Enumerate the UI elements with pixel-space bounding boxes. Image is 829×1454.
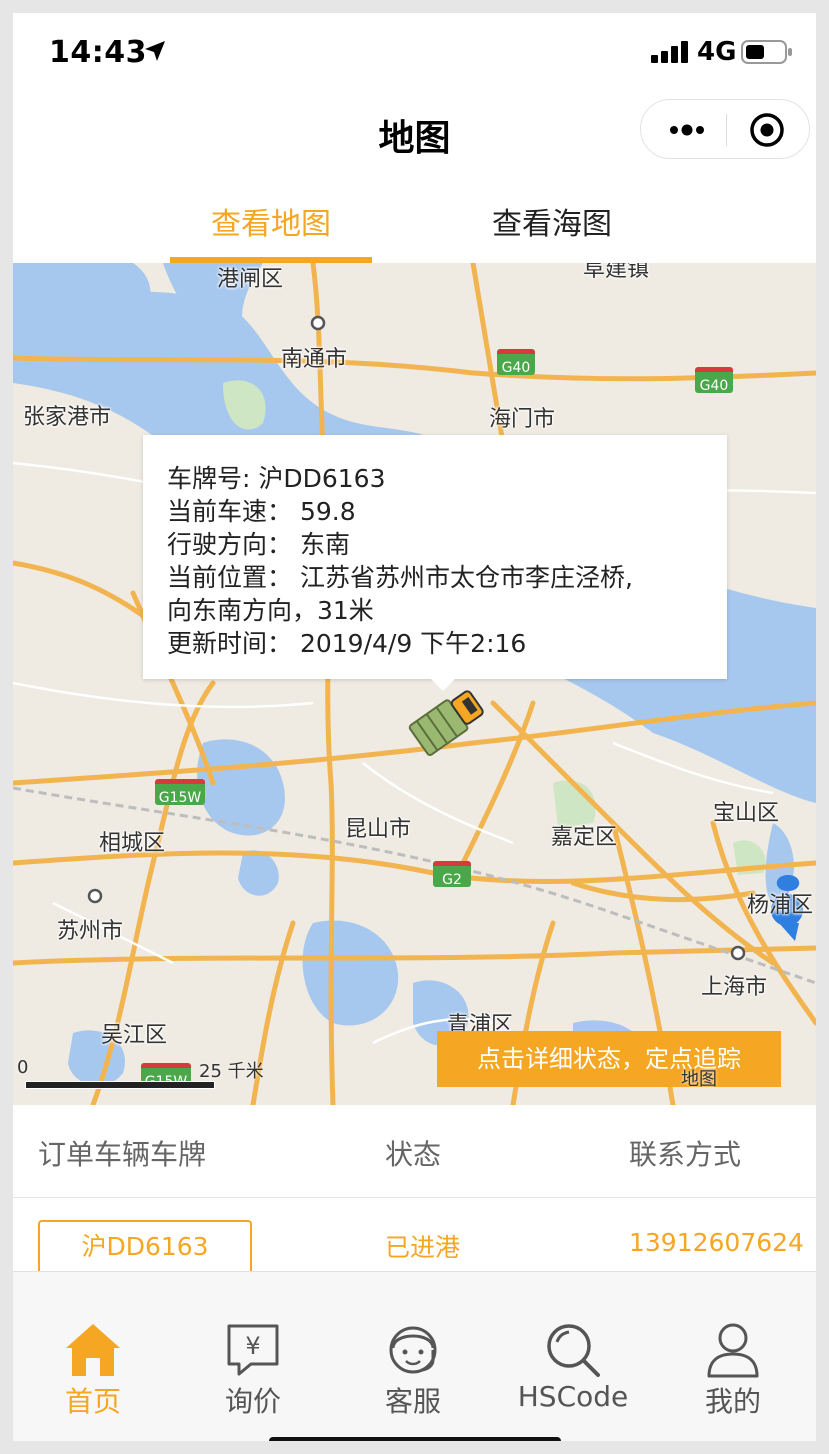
map-label-kunshan: 昆山市 [345,817,412,842]
cellular-signal-icon [651,41,688,63]
table-row: 沪DD6163 已进港 13912607624 [13,1198,816,1276]
column-header-plate: 订单车辆车牌 [38,1138,207,1171]
vehicle-table-header: 订单车辆车牌 状态 联系方式 [13,1105,816,1198]
customer-service-icon [389,1326,437,1374]
capsule-divider [726,114,727,146]
plate-button[interactable]: 沪DD6163 [38,1220,252,1272]
callout-plate: 车牌号: 沪DD6163 [167,464,386,493]
tab-hscode-label: HSCode [517,1380,629,1413]
tab-profile[interactable]: 我的 [653,1272,813,1441]
home-icon [66,1324,120,1376]
map-label-yangpu: 杨浦区 [747,893,814,918]
map-label-xiangcheng: 相城区 [99,831,166,856]
map-label-jiading: 嘉定区 [551,825,618,850]
callout-speed: 当前车速： 59.8 [167,497,356,526]
bottom-tab-bar: 首页 ¥ 询价 客服 HSCode 我的 [13,1271,816,1441]
user-icon [707,1323,759,1378]
tab-service[interactable]: 客服 [333,1272,493,1441]
map-label-wujiang: 吴江区 [101,1023,168,1048]
column-header-status: 状态 [385,1138,442,1171]
highway-shield-g15w: G15W [155,779,205,806]
location-arrow-icon [145,41,165,61]
tab-hscode[interactable]: HSCode [493,1272,653,1441]
map-label-suzhou: 苏州市 [57,919,124,944]
track-detail-button[interactable]: 点击详细状态，定点追踪 [437,1031,781,1087]
map-label-haimen: 海门市 [489,407,556,432]
map-label-nantong: 南通市 [281,347,348,372]
home-indicator [269,1437,561,1441]
view-tabs: 查看地图 查看海图 [13,185,816,263]
status-value: 已进港 [385,1233,461,1262]
tab-home[interactable]: 首页 [13,1272,173,1441]
callout-updated-time: 更新时间： 2019/4/9 下午2:16 [167,629,527,658]
callout-direction: 行驶方向： 东南 [167,530,350,559]
callout-location: 当前位置： 江苏省苏州市太仓市李庄泾桥, [167,563,633,592]
highway-shield-g40: G40 [497,349,535,376]
scale-bar [25,1081,215,1089]
highway-shield-g40: G40 [695,367,733,394]
battery-icon [741,40,792,64]
map-view[interactable]: 港闸区 阜建镇 南通市 张家港市 海门市 相城区 昆山市 嘉定区 宝山区 杨浦区… [13,263,816,1105]
svg-text:¥: ¥ [245,1332,260,1360]
more-icon[interactable] [667,114,707,146]
tab-home-label: 首页 [64,1385,121,1418]
map-attribution: 地图 [681,1069,717,1090]
status-bar: 14:43 4G [13,13,816,93]
scale-zero-label: 0 [17,1057,29,1078]
tab-view-map[interactable]: 查看地图 [170,199,372,243]
search-icon [547,1324,600,1377]
map-label-shanghai: 上海市 [701,975,768,1000]
tab-service-label: 客服 [384,1385,441,1418]
vehicle-info-callout: 车牌号: 沪DD6163 当前车速： 59.8 行驶方向： 东南 当前位置： 江… [143,435,727,679]
map-label-zhangjiagang: 张家港市 [23,405,112,430]
contact-phone[interactable]: 13912607624 [629,1228,804,1257]
close-miniprogram-icon[interactable] [749,112,785,148]
miniprogram-capsule [640,99,810,159]
yen-quote-icon: ¥ [227,1324,279,1376]
phone-screen: 14:43 4G 地图 查看地图 查看海图 港闸区 阜建镇 南通市 张家港市 海… [13,13,816,1441]
status-time: 14:43 [49,35,147,70]
callout-location-cont: 向东南方向，31米 [167,596,374,625]
tab-view-sea-chart[interactable]: 查看海图 [483,199,621,243]
tab-quote[interactable]: ¥ 询价 [173,1272,333,1441]
tab-profile-label: 我的 [704,1385,761,1418]
column-header-contact: 联系方式 [629,1138,742,1171]
callout-pointer [429,677,457,691]
network-type: 4G [697,37,737,67]
map-label-baoshan: 宝山区 [713,801,780,826]
map-label-gangzha: 港闸区 [217,267,284,292]
tab-quote-label: 询价 [224,1385,281,1418]
scale-label: 25 千米 [199,1061,264,1082]
highway-shield-g2: G2 [433,861,471,888]
map-label-fujian: 阜建镇 [583,263,650,282]
